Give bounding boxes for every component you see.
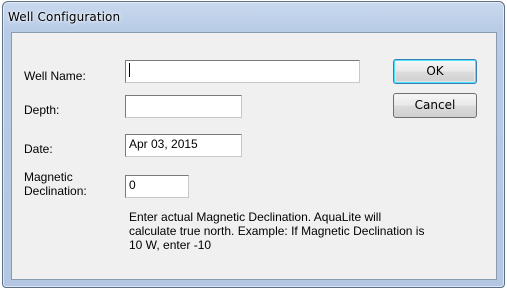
dialog-window: Well Configuration Well Name: Depth: Dat…	[2, 1, 505, 288]
dialog-client-area: Well Name: Depth: Date: Apr 03, 2015 Mag…	[11, 32, 497, 280]
depth-label: Depth:	[24, 103, 60, 117]
cancel-button[interactable]: Cancel	[393, 93, 477, 118]
declination-help-text: Enter actual Magnetic Declination. AquaL…	[129, 210, 425, 252]
date-label: Date:	[24, 142, 53, 156]
date-input[interactable]: Apr 03, 2015	[125, 134, 242, 157]
well-name-label: Well Name:	[24, 69, 86, 83]
text-caret	[129, 63, 130, 77]
dialog-title: Well Configuration	[8, 10, 121, 24]
ok-button[interactable]: OK	[393, 59, 477, 84]
magnetic-declination-label: Magnetic Declination:	[24, 170, 87, 198]
depth-input[interactable]	[125, 95, 242, 118]
magnetic-declination-input[interactable]: 0	[125, 175, 189, 198]
well-name-input[interactable]	[125, 60, 360, 83]
